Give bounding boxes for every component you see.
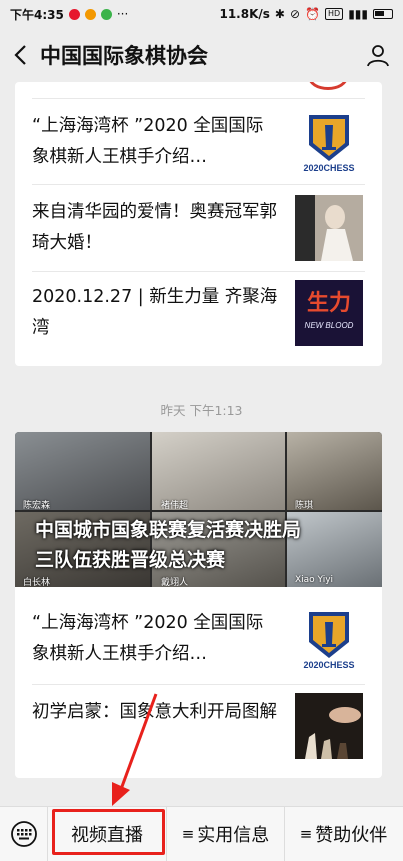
user-icon: [367, 45, 389, 67]
menu-useful-info[interactable]: ≡ 实用信息: [166, 806, 284, 861]
list-item[interactable]: 来自清华园的爱情！奥赛冠军郭琦大婚！: [15, 185, 382, 271]
menu-label: 赞助伙伴: [315, 825, 388, 846]
hd-badge: HD: [325, 8, 344, 20]
message-timestamp: 昨天 下午1:13: [160, 403, 243, 418]
network-speed: 11.8K/s: [219, 7, 270, 21]
video-banner[interactable]: 陈宏森 褚伟超 陈琪 白长林 戴翊人 Xiao Yiyi 中国城市国象联赛复活赛…: [15, 432, 382, 587]
list-item[interactable]: 2020.12.27 | 新生力量 齐聚海湾 生力 NEW BLOOD: [15, 272, 382, 358]
back-button[interactable]: [0, 28, 40, 82]
thumb-label: 2020CHESS: [303, 660, 354, 670]
article-thumbnail: [295, 195, 363, 261]
svg-text:生力: 生力: [307, 290, 351, 315]
video-cell-label: 褚伟超: [161, 501, 189, 511]
battery-icon: [373, 9, 393, 19]
article-thumbnail: 生力 NEW BLOOD: [295, 280, 363, 346]
hamburger-icon: ≡: [181, 825, 195, 843]
mute-icon: ⊘: [289, 7, 301, 21]
article-thumbnail: 2020CHESS: [295, 606, 363, 672]
thumb-label: NEW BLOOD: [305, 321, 354, 330]
article-title: 初学启蒙：国象意大利开局图解: [32, 702, 277, 722]
chevron-left-icon: [14, 45, 26, 65]
article-thumbnail: [295, 693, 363, 759]
page-title: 中国国际象棋协会: [40, 44, 208, 68]
browser-icon: [100, 8, 112, 20]
menu-sponsors[interactable]: ≡ 赞助伙伴: [284, 806, 402, 861]
notification-icon: [84, 8, 96, 20]
video-cell-label: 戴翊人: [161, 578, 189, 587]
alarm-icon: ⏰: [305, 7, 320, 21]
list-item[interactable]: “上海海湾杯 ”2020 全国国际象棋新人王棋手介绍… 2020CHESS: [15, 99, 382, 185]
keyboard-toggle-button[interactable]: [0, 806, 48, 861]
video-cell-label: Xiao Yiyi: [295, 575, 334, 585]
article-card-1: “上海海湾杯 ”2020 全国国际象棋新人王棋手介绍… 2020CHESS 来自…: [15, 82, 382, 366]
app-header: 中国国际象棋协会: [0, 28, 403, 82]
article-thumbnail: 2020CHESS: [295, 109, 363, 175]
partial-thumbnail: [308, 82, 348, 90]
more-dots-icon: ···: [116, 7, 129, 21]
weibo-icon: [68, 8, 80, 20]
hamburger-icon: ≡: [299, 825, 313, 843]
banner-title-line1: 中国城市国象联赛复活赛决胜局: [35, 519, 302, 541]
profile-button[interactable]: [363, 40, 393, 70]
video-cell-label: 陈宏森: [23, 501, 51, 511]
status-bar: 下午4:35 ··· 11.8K/s ✱ ⊘ ⏰ HD ▮▮▮: [0, 0, 403, 28]
article-title: “上海海湾杯 ”2020 全国国际象棋新人王棋手介绍…: [32, 116, 264, 167]
list-item[interactable]: 初学启蒙：国象意大利开局图解: [15, 685, 382, 775]
thumb-label: 2020CHESS: [303, 163, 354, 173]
list-item[interactable]: “上海海湾杯 ”2020 全国国际象棋新人王棋手介绍… 2020CHESS: [15, 590, 382, 680]
article-title: 2020.12.27 | 新生力量 齐聚海湾: [32, 287, 278, 338]
article-card-2: 陈宏森 褚伟超 陈琪 白长林 戴翊人 Xiao Yiyi 中国城市国象联赛复活赛…: [15, 432, 382, 778]
article-title: 来自清华园的爱情！奥赛冠军郭琦大婚！: [32, 202, 277, 253]
signal-icon: ▮▮▮: [348, 7, 368, 21]
video-cell-label: 陈琪: [295, 501, 314, 511]
banner-title-line2: 三队伍获胜晋级总决赛: [35, 549, 226, 571]
status-time: 下午4:35: [10, 7, 64, 22]
menu-label: 实用信息: [197, 825, 270, 846]
keyboard-icon: [10, 821, 37, 847]
video-cell-label: 白长林: [23, 578, 51, 587]
article-title: “上海海湾杯 ”2020 全国国际象棋新人王棋手介绍…: [32, 613, 264, 664]
bluetooth-icon: ✱: [274, 7, 285, 21]
highlight-box: [52, 809, 165, 855]
